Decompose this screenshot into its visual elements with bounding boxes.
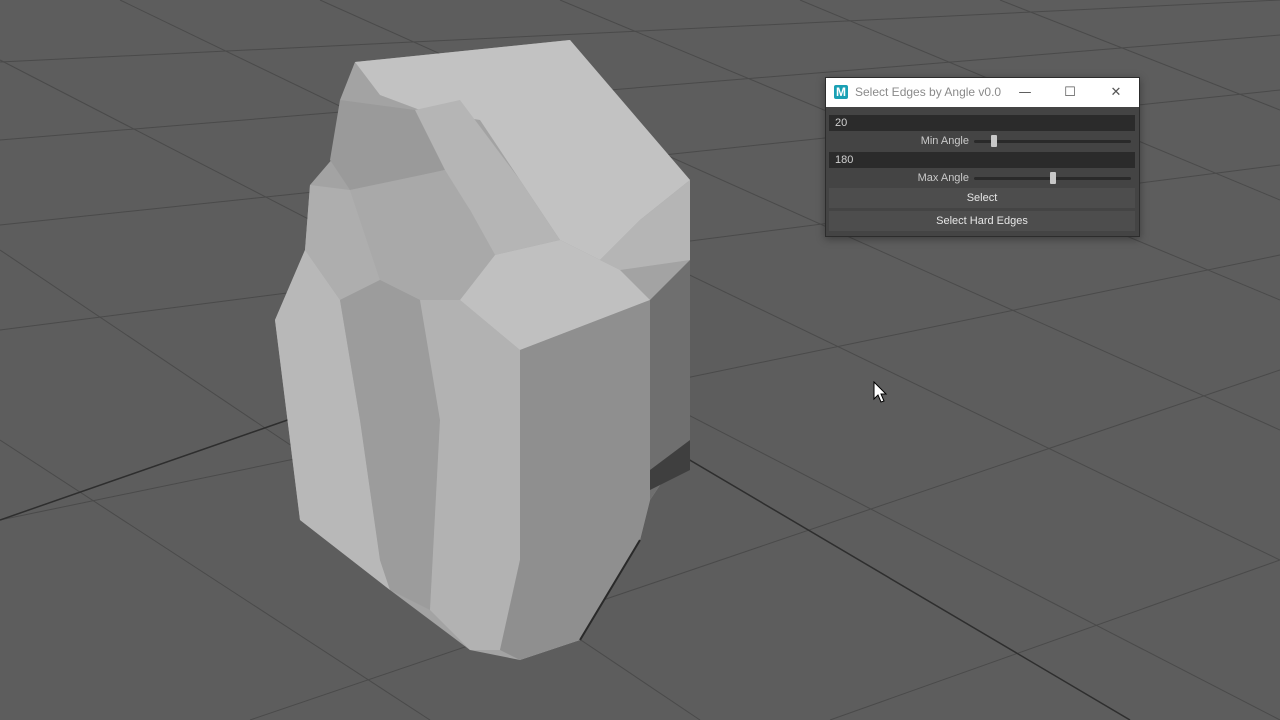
maya-app-icon: M [834, 85, 848, 99]
min-angle-slider[interactable] [974, 135, 1131, 147]
max-angle-slider[interactable] [974, 172, 1131, 184]
title-bar[interactable]: M Select Edges by Angle v0.0 — ☐ ✕ [826, 78, 1139, 107]
max-angle-label: Max Angle [917, 172, 969, 184]
minimize-button[interactable]: — [1003, 78, 1047, 107]
min-angle-slider-handle[interactable] [991, 135, 997, 147]
mouse-pointer-icon [873, 381, 888, 403]
min-angle-field[interactable]: 20 [829, 115, 1135, 131]
min-angle-label: Min Angle [920, 135, 969, 147]
select-hard-edges-button[interactable]: Select Hard Edges [829, 211, 1135, 231]
select-edges-window[interactable]: M Select Edges by Angle v0.0 — ☐ ✕ 20 Mi… [825, 77, 1140, 237]
select-button[interactable]: Select [829, 188, 1135, 208]
close-button[interactable]: ✕ [1094, 78, 1138, 107]
max-angle-slider-handle[interactable] [1050, 172, 1056, 184]
maximize-button[interactable]: ☐ [1048, 78, 1092, 107]
rock-mesh[interactable] [275, 40, 690, 660]
max-angle-field[interactable]: 180 [829, 152, 1135, 168]
window-title: Select Edges by Angle v0.0 [855, 85, 1002, 99]
